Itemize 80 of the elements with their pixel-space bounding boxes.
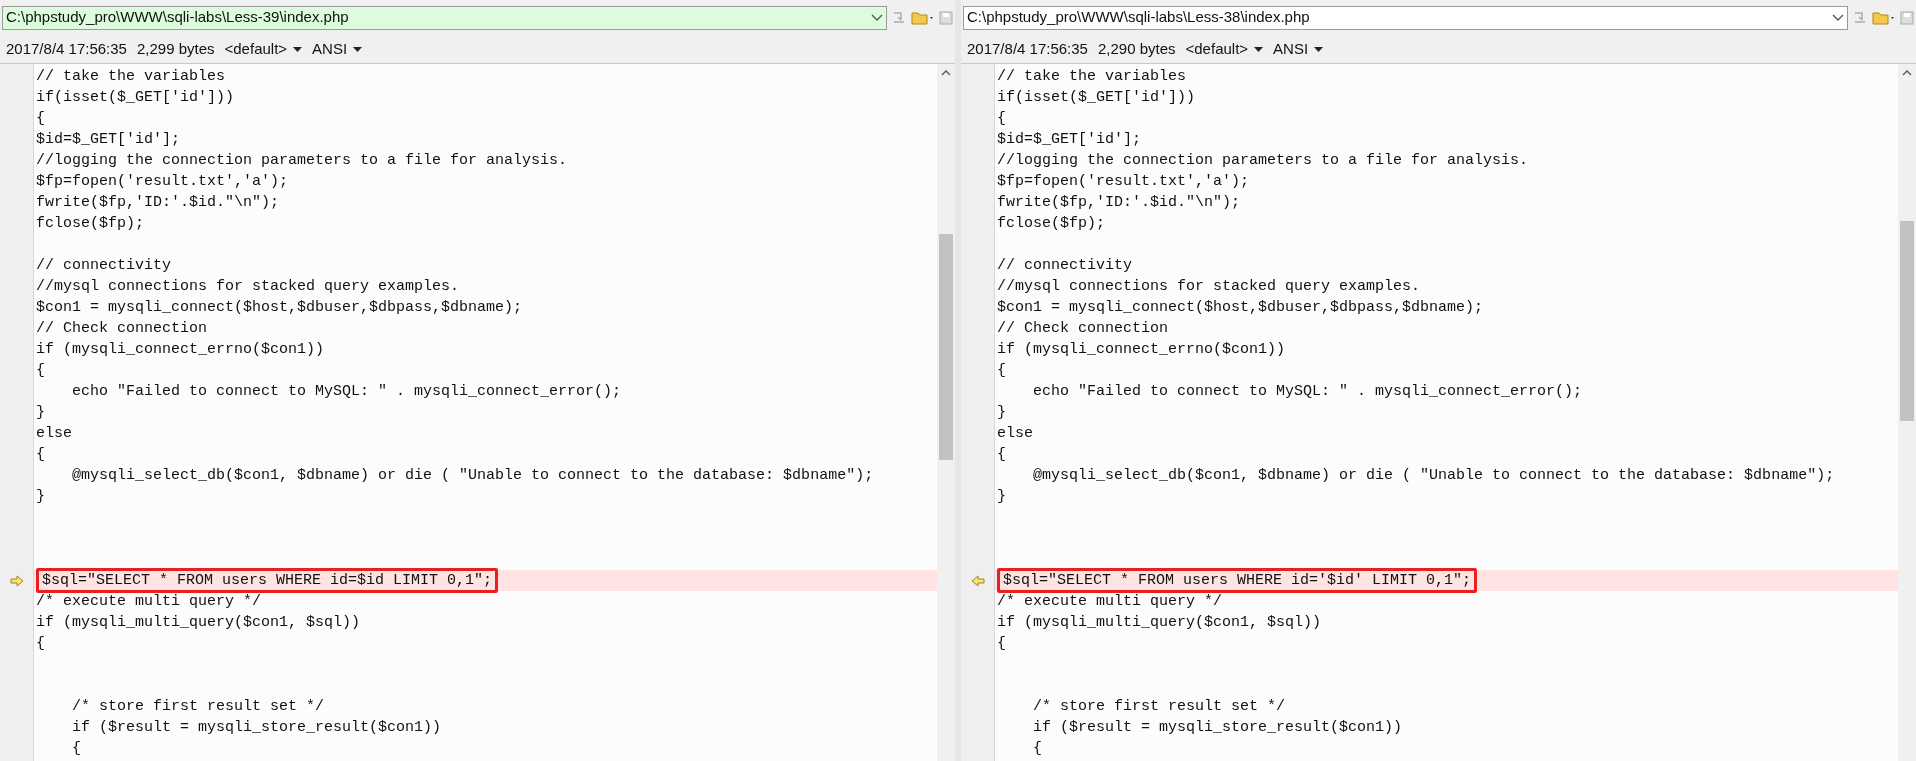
code-line: // connectivity — [997, 256, 1133, 275]
code-line: $fp=fopen('result.txt','a'); — [36, 172, 289, 191]
code-line: /* execute multi query */ — [36, 592, 262, 611]
code-line: { — [36, 109, 45, 128]
code-line: } — [997, 487, 1006, 506]
code-line: // Check connection — [997, 319, 1169, 338]
code-line: $con1 = mysqli_connect($host,$dbuser,$dbpass,$dbname); — [997, 298, 1484, 317]
code-line: //mysql connections for stacked query examples. — [997, 277, 1421, 296]
code-line: if ($result = mysqli_store_result($con1)) — [1032, 718, 1403, 737]
path-field[interactable]: C:\phpstudy_pro\WWW\sqli-labs\Less-39\index.php — [2, 5, 887, 30]
scrollbar-thumb[interactable] — [939, 234, 953, 460]
folder-icon[interactable] — [911, 9, 935, 26]
code-line: if(isset($_GET['id'])) — [36, 88, 235, 107]
path-text: C:\phpstudy_pro\WWW\sqli-labs\Less-39\index.php — [6, 7, 350, 28]
code-line: if (mysqli_multi_query($con1, $sql)) — [997, 613, 1322, 632]
scrollbar[interactable] — [1898, 64, 1916, 761]
code-line: { — [1032, 739, 1042, 758]
code-line: if ($result = mysqli_store_result($con1)) — [71, 718, 442, 737]
code-line: if(isset($_GET['id'])) — [997, 88, 1196, 107]
scroll-up-icon[interactable] — [1902, 70, 1912, 76]
file-date: 2017/8/4 17:56:35 — [6, 38, 127, 59]
code-line: $fp=fopen('result.txt','a'); — [997, 172, 1250, 191]
code-line: } — [36, 403, 45, 422]
scrollbar[interactable] — [937, 64, 955, 761]
chevron-down-icon[interactable] — [1832, 13, 1844, 22]
code-line: else — [36, 424, 72, 443]
code-line: { — [36, 445, 45, 464]
code-line: // take the variables — [36, 67, 226, 86]
code-line: $id=$_GET['id']; — [997, 130, 1142, 149]
code-line: echo "Failed to connect to MySQL: " . mysqli_connect_error(); — [1032, 382, 1583, 401]
file-date: 2017/8/4 17:56:35 — [967, 38, 1088, 59]
code-line: /* execute multi query */ — [997, 592, 1223, 611]
code-line: $con1 = mysqli_connect($host,$dbuser,$dbpass,$dbname); — [36, 298, 523, 317]
path-field[interactable]: C:\phpstudy_pro\WWW\sqli-labs\Less-38\index.php — [963, 5, 1848, 30]
code-line: { — [36, 361, 45, 380]
code-line: @mysqli_select_db($con1, $dbname) or die ( "Unable to connect to the database: $dbname"); — [1032, 466, 1835, 485]
code-line: /* store first result set */ — [1032, 697, 1286, 716]
code-line: if (mysqli_connect_errno($con1)) — [36, 340, 325, 359]
code-line: fclose($fp); — [997, 214, 1106, 233]
encoding-dropdown[interactable]: ANSI — [312, 37, 363, 61]
code-line: fwrite($fp,'ID:'.$id."\n"); — [997, 193, 1241, 212]
file-size: 2,290 bytes — [1097, 38, 1176, 59]
folder-icon[interactable] — [1872, 9, 1896, 26]
path-text: C:\phpstudy_pro\WWW\sqli-labs\Less-38\index.php — [967, 7, 1311, 28]
save-icon[interactable] — [939, 10, 953, 25]
code-line: // take the variables — [997, 67, 1187, 86]
code-line: else — [997, 424, 1033, 443]
code-line: } — [36, 487, 45, 506]
code-line: if (mysqli_multi_query($con1, $sql)) — [36, 613, 361, 632]
code-line: { — [71, 739, 81, 758]
code-line: /* store first result set */ — [71, 697, 325, 716]
code-line: //logging the connection parameters to a file for analysis. — [36, 151, 568, 170]
caret-icon — [1254, 46, 1264, 52]
code-line: // Check connection — [36, 319, 208, 338]
code-line: } — [997, 403, 1006, 422]
scroll-up-icon[interactable] — [941, 70, 951, 76]
code-line: { — [997, 361, 1006, 380]
chevron-down-icon[interactable] — [871, 13, 883, 22]
code-line: @mysqli_select_db($con1, $dbname) or die ( "Unable to connect to the database: $dbname"); — [71, 466, 874, 485]
code-line: // connectivity — [36, 256, 172, 275]
code-line: //mysql connections for stacked query examples. — [36, 277, 460, 296]
code-line: { — [36, 634, 45, 653]
code-line: echo "Failed to connect to MySQL: " . mysqli_connect_error(); — [71, 382, 622, 401]
code-line: //logging the connection parameters to a file for analysis. — [997, 151, 1529, 170]
format-dropdown[interactable]: <default> — [1185, 37, 1264, 61]
code-line: { — [997, 445, 1006, 464]
save-icon[interactable] — [1900, 10, 1914, 25]
format-dropdown[interactable]: <default> — [224, 37, 303, 61]
caret-icon — [353, 46, 363, 52]
code-line: fwrite($fp,'ID:'.$id."\n"); — [36, 193, 280, 212]
code-line: { — [997, 109, 1006, 128]
code-line: $id=$_GET['id']; — [36, 130, 181, 149]
file-size: 2,299 bytes — [136, 38, 215, 59]
code-line: { — [997, 634, 1006, 653]
caret-icon — [1314, 46, 1324, 52]
code-line: fclose($fp); — [36, 214, 145, 233]
scrollbar-thumb[interactable] — [1900, 221, 1914, 421]
code-line: if (mysqli_connect_errno($con1)) — [997, 340, 1286, 359]
caret-icon — [293, 46, 303, 52]
encoding-dropdown[interactable]: ANSI — [1273, 37, 1324, 61]
